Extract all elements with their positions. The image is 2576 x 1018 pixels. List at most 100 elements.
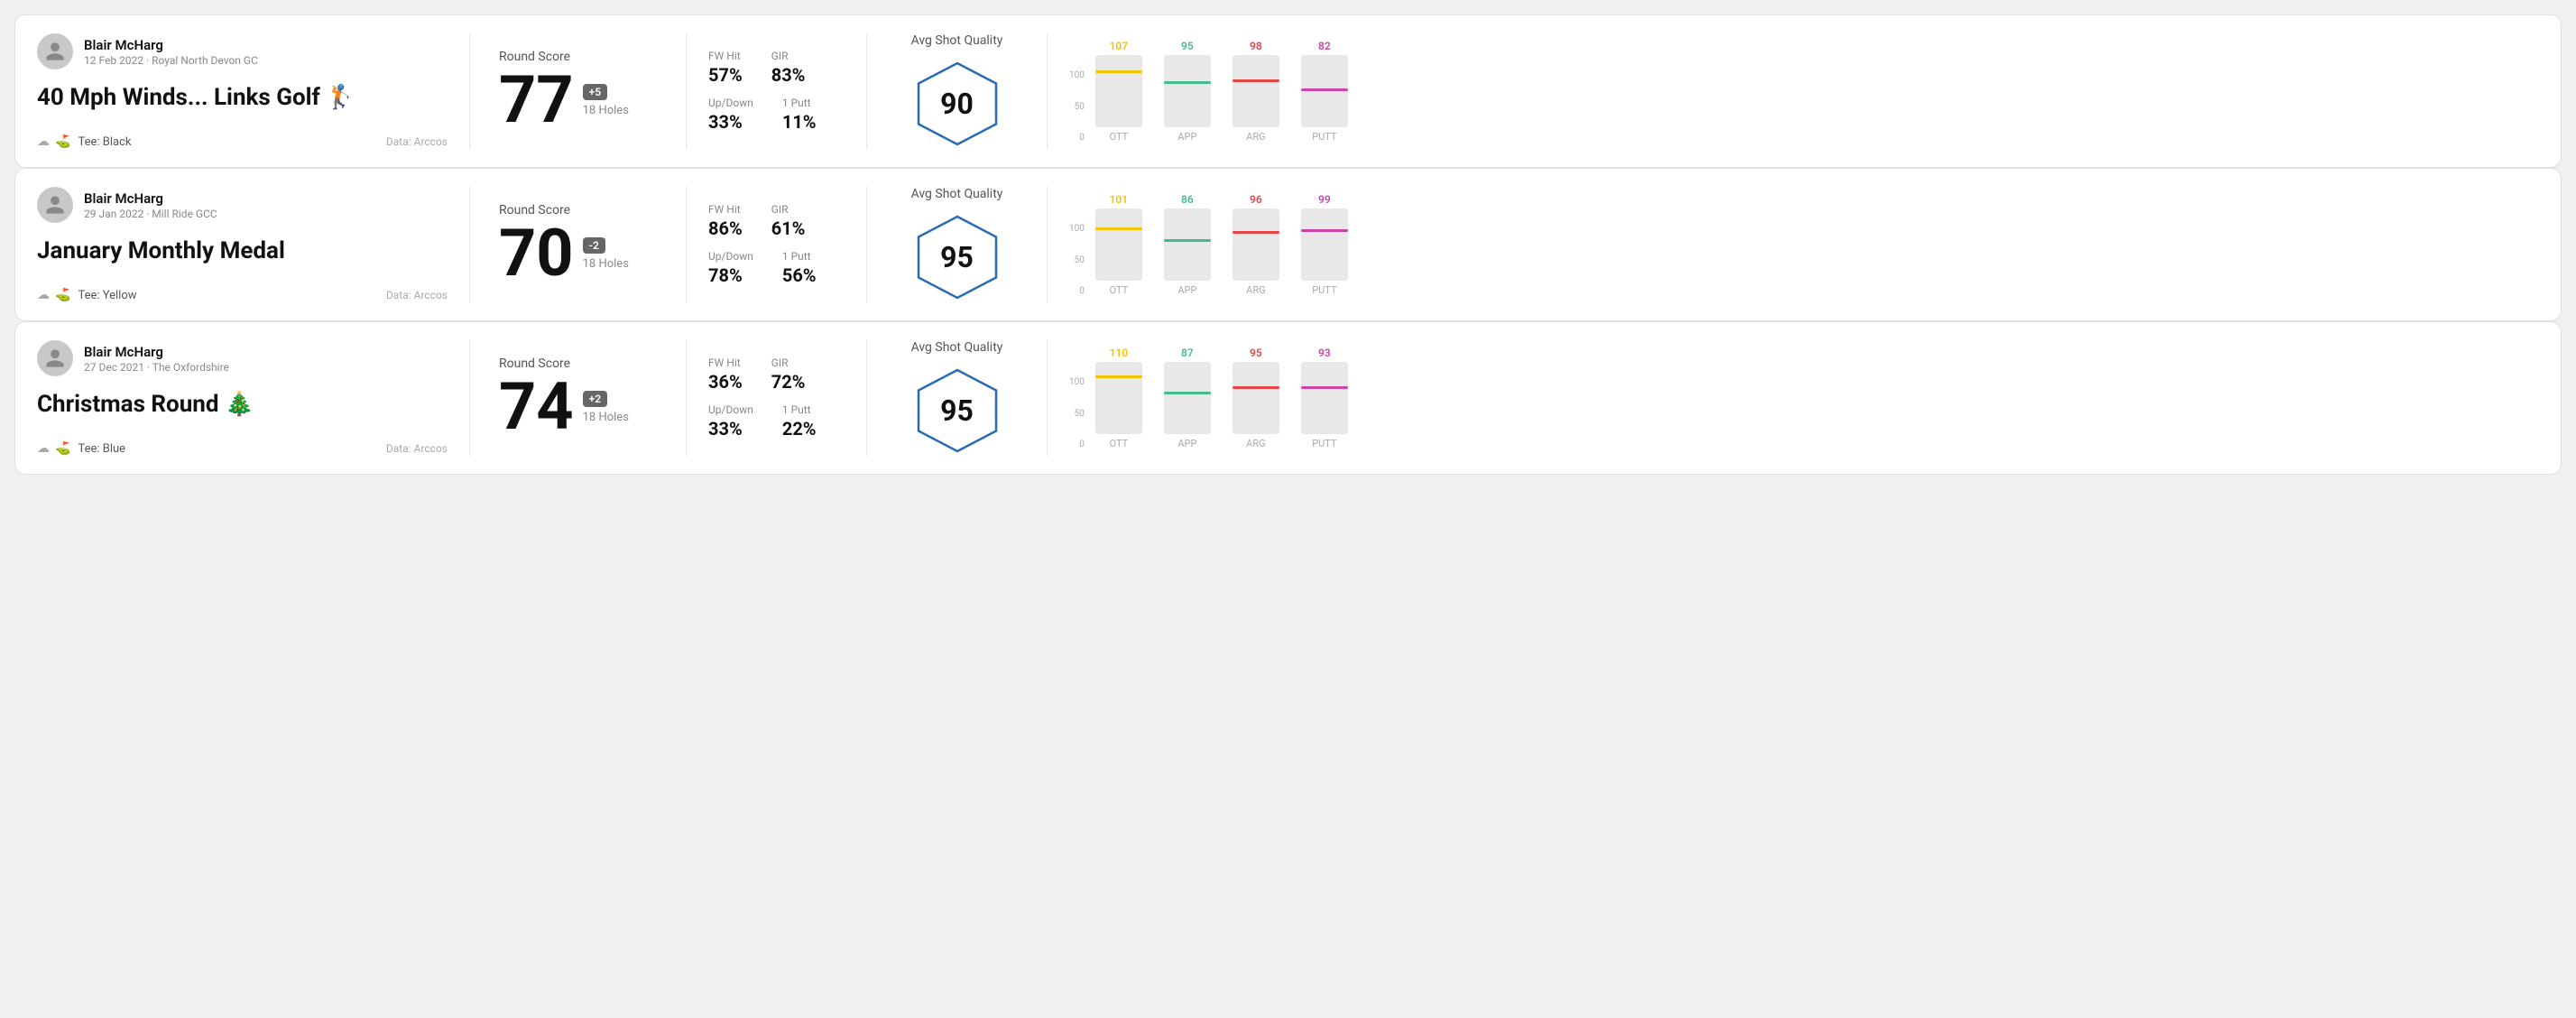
score-badge: -218 Holes <box>583 237 629 271</box>
axis-label-0: 0 <box>1069 286 1085 296</box>
bar-value: 96 <box>1250 193 1262 206</box>
stats-section: FW Hit86%GIR61%Up/Down78%1 Putt56% <box>687 187 867 302</box>
bar-wrapper <box>1301 55 1348 127</box>
card-left-section: Blair McHarg12 Feb 2022 · Royal North De… <box>37 33 470 149</box>
axis-label-0: 0 <box>1069 133 1085 143</box>
stat-item-updown: Up/Down78% <box>708 250 753 286</box>
quality-score: 95 <box>940 240 974 274</box>
axis-label-50: 50 <box>1069 102 1085 112</box>
bar-label: ARG <box>1246 284 1265 296</box>
bars-container: 107OTT95APP98ARG82PUTT <box>1092 40 1352 143</box>
user-text: Blair McHarg12 Feb 2022 · Royal North De… <box>84 37 258 67</box>
bar-line <box>1233 231 1279 234</box>
bar-line <box>1233 386 1279 389</box>
stats-section: FW Hit57%GIR83%Up/Down33%1 Putt11% <box>687 33 867 149</box>
bar-line <box>1301 88 1348 91</box>
chart-y-axis: 100 50 0 <box>1069 70 1088 143</box>
tee-icons: ☁⛳ <box>37 441 70 456</box>
bar-wrapper <box>1164 208 1211 281</box>
stats-section: FW Hit36%GIR72%Up/Down33%1 Putt22% <box>687 340 867 456</box>
stat-item-fw-hit: FW Hit36% <box>708 356 743 393</box>
holes-label: 18 Holes <box>583 104 629 117</box>
avatar <box>37 187 73 223</box>
stat-value: 83% <box>771 64 806 86</box>
bar-group-arg: 95ARG <box>1229 347 1283 449</box>
stats-row-bottom: Up/Down33%1 Putt11% <box>708 97 845 133</box>
stat-label: FW Hit <box>708 203 743 216</box>
round-title: January Monthly Medal <box>37 237 448 265</box>
quality-score: 90 <box>940 87 974 121</box>
bar-label: PUTT <box>1312 438 1336 449</box>
user-info: Blair McHarg29 Jan 2022 · Mill Ride GCC <box>37 187 448 223</box>
chart-section: 100 50 0 110OTT87APP95ARG93PUTT <box>1048 340 2539 456</box>
shot-quality-hexagon: 95 <box>912 366 1002 456</box>
bars-container: 101OTT86APP96ARG99PUTT <box>1092 193 1352 296</box>
bar-value: 110 <box>1110 347 1129 359</box>
weather-icon: ☁ <box>37 134 50 149</box>
bar-group-ott: 110OTT <box>1092 347 1146 449</box>
stat-value: 61% <box>771 217 806 239</box>
stat-label: 1 Putt <box>782 97 817 109</box>
bar-line <box>1095 227 1142 230</box>
score-row: 70-218 Holes <box>499 221 657 286</box>
tee-row: ☁⛳Tee: BlackData: Arccos <box>37 134 448 149</box>
user-name: Blair McHarg <box>84 190 217 207</box>
stat-item-fw-hit: FW Hit86% <box>708 203 743 239</box>
bar-line <box>1233 79 1279 82</box>
stat-value: 33% <box>708 111 753 133</box>
stat-item-fw-hit: FW Hit57% <box>708 50 743 86</box>
stat-value: 56% <box>782 264 817 286</box>
stat-label: GIR <box>771 356 806 369</box>
stat-item-1-putt: 1 Putt22% <box>782 403 817 440</box>
stat-value: 78% <box>708 264 753 286</box>
bar-wrapper <box>1164 55 1211 127</box>
tee-left: ☁⛳Tee: Black <box>37 134 131 149</box>
user-name: Blair McHarg <box>84 344 229 360</box>
tee-row: ☁⛳Tee: YellowData: Arccos <box>37 288 448 302</box>
bar-group-app: 87APP <box>1160 347 1214 449</box>
axis-label-100: 100 <box>1069 70 1085 80</box>
stat-label: Up/Down <box>708 403 753 416</box>
bar-wrapper <box>1233 208 1279 281</box>
bar-value: 87 <box>1181 347 1194 359</box>
bar-wrapper <box>1233 362 1279 434</box>
stat-item-1-putt: 1 Putt56% <box>782 250 817 286</box>
stat-item-updown: Up/Down33% <box>708 403 753 440</box>
bar-line <box>1301 386 1348 389</box>
round-card-card3: Blair McHarg27 Dec 2021 · The Oxfordshir… <box>14 321 2562 475</box>
quality-label: Avg Shot Quality <box>911 187 1003 201</box>
bar-label: OTT <box>1110 284 1129 296</box>
stat-value: 36% <box>708 371 743 393</box>
round-title: 40 Mph Winds... Links Golf 🏌️ <box>37 84 448 112</box>
stat-item-1-putt: 1 Putt 11% <box>782 97 817 133</box>
score-badge: +518 Holes <box>583 84 629 117</box>
bar-wrapper <box>1233 55 1279 127</box>
stat-value: 22% <box>782 418 817 440</box>
data-source: Data: Arccos <box>386 289 448 301</box>
axis-label-50: 50 <box>1069 255 1085 265</box>
tee-icon: ⛳ <box>55 134 70 149</box>
stats-row-bottom: Up/Down78% 1 Putt56% <box>708 250 845 286</box>
stat-value: 11% <box>782 111 817 133</box>
holes-label: 18 Holes <box>583 411 629 424</box>
score-section: Round Score74+218 Holes <box>470 340 687 456</box>
stat-value: 57% <box>708 64 743 86</box>
bar-group-putt: 99PUTT <box>1297 193 1352 296</box>
tee-text: Tee: Blue <box>78 442 125 456</box>
chart-y-axis: 100 50 0 <box>1069 224 1088 296</box>
user-name: Blair McHarg <box>84 37 258 53</box>
bar-line <box>1164 81 1211 84</box>
holes-label: 18 Holes <box>583 257 629 271</box>
bar-label: APP <box>1177 284 1196 296</box>
chart-section: 100 50 0 107OTT95APP98ARG82PUTT <box>1048 33 2539 149</box>
shot-quality-hexagon: 90 <box>912 59 1002 149</box>
user-info: Blair McHarg12 Feb 2022 · Royal North De… <box>37 33 448 69</box>
tee-icon: ⛳ <box>55 288 70 302</box>
quality-section: Avg Shot Quality 90 <box>867 33 1048 149</box>
axis-label-100: 100 <box>1069 224 1085 234</box>
chart-with-axis: 100 50 0 110OTT87APP95ARG93PUTT <box>1069 347 2517 449</box>
tee-icon: ⛳ <box>55 441 70 456</box>
score-number: 77 <box>499 68 574 133</box>
bar-label: ARG <box>1246 131 1265 143</box>
quality-score: 95 <box>940 393 974 428</box>
